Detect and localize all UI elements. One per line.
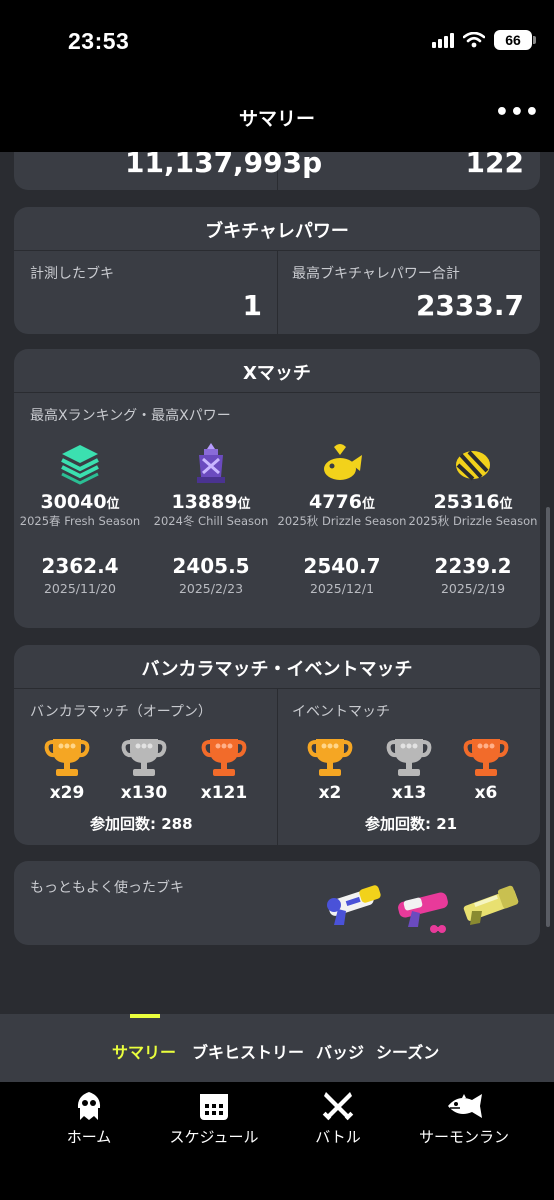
x-rank-tower: 13889位 2024冬 Chill Season 2405.5 2025/2/… <box>145 441 277 596</box>
nav-salmon-run[interactable]: サーモンラン <box>409 1090 519 1147</box>
x-date: 2025/2/19 <box>440 581 506 596</box>
max-power-value: 2333.7 <box>415 289 524 322</box>
trophy-count: x130 <box>120 783 168 803</box>
wifi-icon <box>463 32 485 48</box>
nav-schedule[interactable]: スケジュール <box>159 1090 269 1147</box>
x-season: 2025秋 Drizzle Season <box>277 514 407 528</box>
squid-icon <box>77 1092 101 1120</box>
trophy-count: x2 <box>318 783 342 803</box>
clam-blitz-icon <box>456 450 490 481</box>
x-rank-value: 25316 <box>433 491 500 513</box>
trophy-count: x6 <box>474 783 498 803</box>
salmon-icon <box>448 1094 482 1118</box>
bottom-navigation: ホーム スケジュール バトル サーモンラン <box>0 1082 554 1200</box>
trophy-gold-event: x2 <box>305 735 355 803</box>
page-title: サマリー <box>238 108 315 130</box>
open-participation: 参加回数: 288 <box>90 815 193 833</box>
squiffer-weapon-icon <box>398 892 448 933</box>
measured-label: 計測したブキ <box>30 266 114 282</box>
silver-trophy-icon <box>121 739 167 776</box>
stat-left-value: 11,137,993p <box>125 152 323 179</box>
calendar-icon <box>200 1094 228 1120</box>
stat-right-value: 122 <box>465 152 524 179</box>
trophy-bronze-open: x121 <box>199 735 249 803</box>
x-power: 2540.7 <box>303 554 381 578</box>
x-season: 2025秋 Drizzle Season <box>408 514 538 528</box>
nav-label: ホーム <box>66 1128 112 1146</box>
x-power: 2362.4 <box>41 554 119 578</box>
stats-card: 11,137,993p 122 <box>14 152 540 190</box>
trophy-count: x13 <box>391 783 427 803</box>
nav-battle[interactable]: バトル <box>283 1090 393 1147</box>
most-used-weapons-card[interactable]: もっともよく使ったブキ <box>14 861 540 945</box>
tower-control-icon <box>197 443 225 483</box>
silver-trophy-icon <box>386 739 432 776</box>
buki-power-title: ブキチャレパワー <box>14 207 540 251</box>
x-date: 2025/11/20 <box>43 581 117 596</box>
splat-zones-icon <box>61 445 99 485</box>
x-season: 2024冬 Chill Season <box>153 514 269 528</box>
event-participation: 参加回数: 21 <box>365 815 458 833</box>
x-rank-value: 13889 <box>171 491 238 513</box>
status-bar: 23:53 66 <box>0 0 554 90</box>
trophy-count: x121 <box>200 783 248 803</box>
trophy-gold-open: x29 <box>42 735 92 803</box>
x-rank-value: 30040 <box>40 491 107 513</box>
bronze-trophy-icon <box>201 739 247 776</box>
event-match-label: イベントマッチ <box>292 704 390 720</box>
x-match-subtitle: 最高Xランキング・最高Xパワー <box>30 408 231 424</box>
x-rank-value: 4776 <box>309 491 362 513</box>
measured-value: 1 <box>242 289 262 322</box>
app-header: サマリー ••• <box>0 90 554 152</box>
bankara-event-title: バンカラマッチ・イベントマッチ <box>14 645 540 689</box>
x-date: 2025/12/1 <box>309 581 375 596</box>
most-used-label: もっともよく使ったブキ <box>30 880 184 896</box>
gold-trophy-icon <box>44 739 90 776</box>
x-rank-rainmaker: 4776位 2025秋 Drizzle Season 2540.7 2025/1… <box>276 441 408 596</box>
tab-season[interactable]: シーズン <box>376 1039 439 1063</box>
trophy-silver-open: x130 <box>119 735 169 803</box>
x-power: 2405.5 <box>172 554 250 578</box>
more-options-button[interactable]: ••• <box>495 100 540 125</box>
max-power-label: 最高ブキチャレパワー合計 <box>292 266 460 282</box>
trophy-silver-event: x13 <box>384 735 434 803</box>
rainmaker-icon <box>324 444 362 480</box>
x-match-card: Xマッチ 最高Xランキング・最高Xパワー 30040位 2025春 Fresh … <box>14 349 540 628</box>
crossed-swords-icon <box>322 1092 354 1121</box>
scrollbar[interactable] <box>546 507 550 927</box>
status-time: 23:53 <box>68 28 130 54</box>
x-power: 2239.2 <box>434 554 512 578</box>
bankara-open-label: バンカラマッチ（オープン） <box>30 704 212 720</box>
tab-weapon-history[interactable]: ブキヒストリー <box>192 1039 304 1063</box>
tab-badges[interactable]: バッジ <box>316 1039 364 1063</box>
trophy-count: x29 <box>49 783 85 803</box>
signal-icon <box>432 32 454 48</box>
nav-label: サーモンラン <box>418 1128 509 1146</box>
blaster-weapon-icon <box>463 885 519 925</box>
active-tab-indicator <box>130 1014 160 1018</box>
x-rank-clam: 25316位 2025秋 Drizzle Season 2239.2 2025/… <box>407 441 539 596</box>
x-match-title: Xマッチ <box>14 349 540 393</box>
bankara-event-card: バンカラマッチ・イベントマッチ バンカラマッチ（オープン） イベントマッチ x2… <box>14 645 540 845</box>
battery-icon: 66 <box>494 30 536 50</box>
summary-tabs: サマリー ブキヒストリー バッジ シーズン <box>0 1014 554 1082</box>
nav-label: バトル <box>315 1128 361 1146</box>
buki-power-card: ブキチャレパワー 計測したブキ 1 最高ブキチャレパワー合計 2333.7 <box>14 207 540 334</box>
shooter-weapon-icon <box>327 885 381 925</box>
nav-home[interactable]: ホーム <box>34 1090 144 1147</box>
bronze-trophy-icon <box>463 739 509 776</box>
x-date: 2025/2/23 <box>178 581 244 596</box>
gold-trophy-icon <box>307 739 353 776</box>
x-rank-zones: 30040位 2025春 Fresh Season 2362.4 2025/11… <box>14 441 146 596</box>
summary-content[interactable]: 11,137,993p 122 ブキチャレパワー 計測したブキ 1 最高ブキチャ… <box>0 152 554 1014</box>
nav-label: スケジュール <box>169 1128 259 1146</box>
trophy-bronze-event: x6 <box>461 735 511 803</box>
status-icons: 66 <box>432 30 536 50</box>
x-season: 2025春 Fresh Season <box>19 514 141 528</box>
tab-summary[interactable]: サマリー <box>112 1039 176 1063</box>
